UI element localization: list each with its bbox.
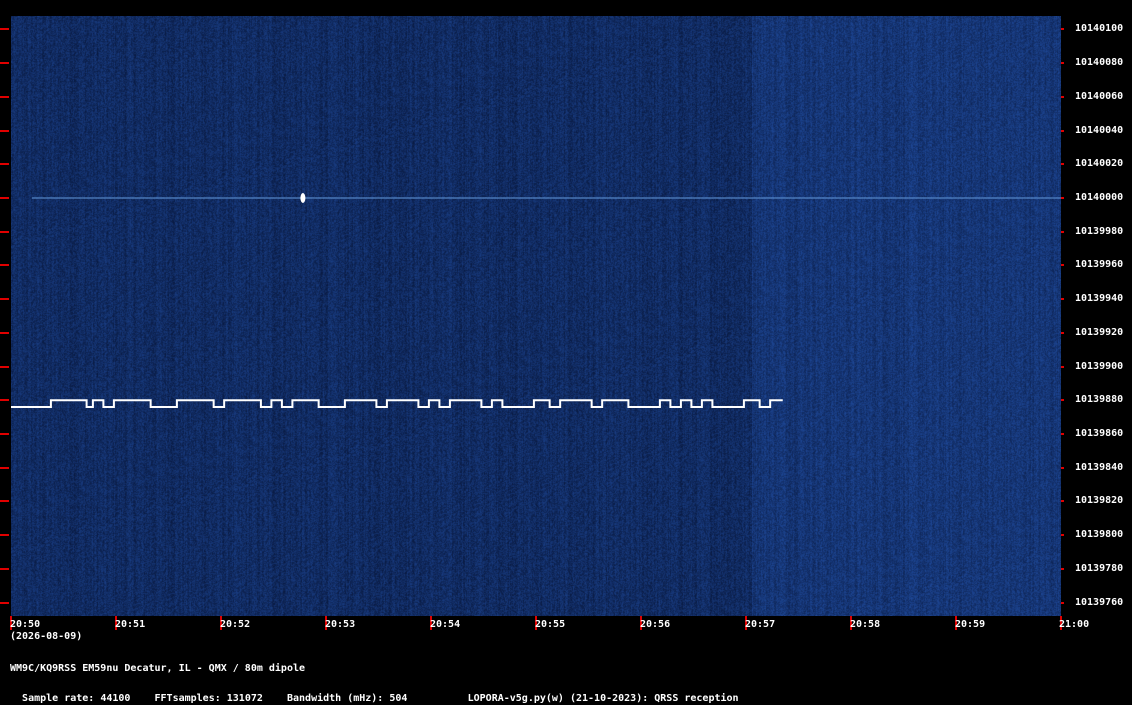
y-tick-left <box>0 534 9 537</box>
x-tick-label: 20:52 <box>220 619 251 630</box>
y-tick-label: 10140060 <box>1075 90 1124 102</box>
y-tick-left <box>0 365 9 368</box>
y-tick-right <box>1061 129 1064 132</box>
y-tick-left <box>0 163 9 166</box>
y-tick-label: 10139940 <box>1075 293 1124 305</box>
station-info: WM9C/KQ9RSS EM59nu Decatur, IL - QMX / 8… <box>10 663 306 674</box>
y-tick-left <box>0 298 9 301</box>
y-tick-left <box>0 601 9 604</box>
bandwidth: Bandwidth (mHz): 504 <box>286 693 408 704</box>
software-version: LOPORA-v5g.py(w) (21-10-2023): QRSS rece… <box>467 693 739 704</box>
x-tick-label: 20:53 <box>325 619 356 630</box>
carrier-spot <box>300 193 306 204</box>
y-tick-right <box>1061 95 1064 98</box>
fft-samples: FFTsamples: 131072 <box>154 693 263 704</box>
y-tick-label: 10140000 <box>1075 192 1124 204</box>
y-tick-left <box>0 95 9 98</box>
y-tick-label: 10139860 <box>1075 427 1124 439</box>
x-tick-label: 20:56 <box>640 619 671 630</box>
y-tick-left <box>0 62 9 65</box>
y-tick-label: 10139920 <box>1075 326 1124 338</box>
x-tick-label: 20:51 <box>115 619 146 630</box>
y-tick-right <box>1061 466 1064 469</box>
y-tick-right <box>1061 197 1064 200</box>
y-tick-right <box>1061 567 1064 570</box>
y-tick-label: 10140080 <box>1075 57 1124 69</box>
y-tick-label: 10139900 <box>1075 360 1124 372</box>
y-tick-right <box>1061 500 1064 503</box>
y-tick-label: 10140020 <box>1075 158 1124 170</box>
x-tick-label: 20:57 <box>745 619 776 630</box>
y-tick-right <box>1061 534 1064 537</box>
settings-line: Sample rate: 44100 FFTsamples: 131072 Ba… <box>10 681 739 705</box>
x-tick-label: 20:50 <box>10 619 41 630</box>
x-tick-label: 20:55 <box>535 619 566 630</box>
y-tick-label: 10139840 <box>1075 461 1124 473</box>
date-label: (2026-08-09) <box>10 631 83 642</box>
y-tick-left <box>0 500 9 503</box>
y-tick-right <box>1061 230 1064 233</box>
y-tick-left <box>0 197 9 200</box>
y-tick-right <box>1061 62 1064 65</box>
y-tick-left <box>0 28 9 31</box>
x-tick-label: 21:00 <box>1059 619 1090 630</box>
x-tick-label: 20:59 <box>955 619 986 630</box>
spectrogram-waterfall <box>11 16 1061 616</box>
y-tick-right <box>1061 432 1064 435</box>
qrss-signal-trace <box>11 399 783 409</box>
y-tick-label: 10139820 <box>1075 495 1124 507</box>
y-tick-right <box>1061 601 1064 604</box>
x-tick-label: 20:58 <box>850 619 881 630</box>
y-tick-right <box>1061 331 1064 334</box>
waterfall-overlay <box>11 193 1061 409</box>
y-tick-left <box>0 264 9 267</box>
y-tick-label: 10139780 <box>1075 562 1124 574</box>
x-tick-label: 20:54 <box>430 619 461 630</box>
y-tick-label: 10139960 <box>1075 259 1124 271</box>
y-tick-label: 10139980 <box>1075 225 1124 237</box>
y-tick-left <box>0 399 9 402</box>
y-tick-left <box>0 466 9 469</box>
y-tick-left <box>0 230 9 233</box>
y-tick-right <box>1061 264 1064 267</box>
y-tick-label: 10139800 <box>1075 529 1124 541</box>
sample-rate: Sample rate: 44100 <box>22 693 131 704</box>
y-tick-right <box>1061 298 1064 301</box>
y-tick-left <box>0 567 9 570</box>
y-tick-label: 10140040 <box>1075 124 1124 136</box>
y-tick-label: 10139760 <box>1075 596 1124 608</box>
y-tick-right <box>1061 163 1064 166</box>
y-tick-left <box>0 129 9 132</box>
y-tick-right <box>1061 28 1064 31</box>
y-tick-label: 10139880 <box>1075 394 1124 406</box>
y-tick-right <box>1061 399 1064 402</box>
y-tick-left <box>0 331 9 334</box>
y-tick-right <box>1061 365 1064 368</box>
y-tick-label: 10140100 <box>1075 23 1124 35</box>
y-tick-left <box>0 432 9 435</box>
